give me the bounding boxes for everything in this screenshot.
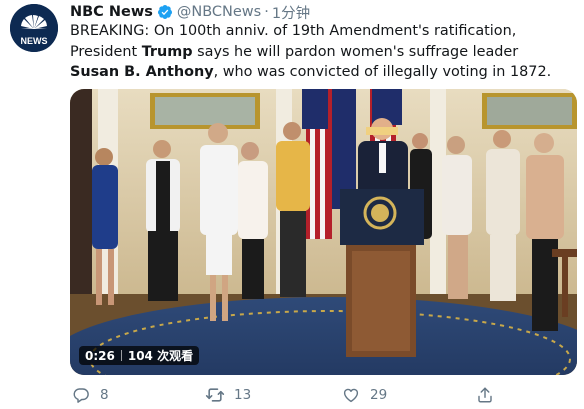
nbc-news-avatar[interactable]: NEWS <box>10 4 58 52</box>
video-info-badge: 0:26 104 次观看 <box>79 346 200 365</box>
author-name[interactable]: NBC News <box>70 4 153 20</box>
tweet-text-bold-anthony: Susan B. Anthony <box>70 64 214 80</box>
tweet-actions: 8 13 29 <box>70 383 570 407</box>
reply-button[interactable]: 8 <box>70 383 109 407</box>
like-button[interactable]: 29 <box>340 383 387 407</box>
tweet-text: BREAKING: On 100th anniv. of 19th Amendm… <box>70 21 570 83</box>
reply-icon <box>70 384 92 406</box>
heart-icon <box>340 384 362 406</box>
reply-count: 8 <box>100 387 109 403</box>
tweet-text-bold-trump: Trump <box>141 43 193 60</box>
like-count: 29 <box>370 387 388 403</box>
peacock-logo-icon: NEWS <box>10 4 58 52</box>
share-button[interactable] <box>474 383 496 407</box>
video-view-count: 104 次观看 <box>127 349 194 363</box>
video-frame <box>70 89 577 375</box>
avatar-label: NEWS <box>21 36 48 46</box>
podium <box>340 189 424 357</box>
tweet-card[interactable]: NEWS NBC News @NBCNews · 1分钟 BREAKING: O… <box>0 0 584 409</box>
video-player[interactable] <box>70 89 577 375</box>
retweet-count: 13 <box>234 387 252 403</box>
video-duration: 0:26 <box>85 348 115 363</box>
retweet-button[interactable]: 13 <box>204 383 251 407</box>
tweet-header: NBC News @NBCNews · 1分钟 <box>70 2 310 23</box>
tweet-text-part: says he will pardon women's suffrage lea… <box>192 43 519 60</box>
author-handle[interactable]: @NBCNews <box>177 4 261 20</box>
tweet-text-part: , who was convicted of illegally voting … <box>213 64 552 80</box>
tweet-timestamp[interactable]: 1分钟 <box>272 2 310 23</box>
badge-divider <box>120 350 122 361</box>
retweet-icon <box>204 384 226 406</box>
header-separator: · <box>264 4 269 20</box>
share-icon <box>474 384 496 406</box>
verified-badge-icon <box>157 4 173 20</box>
